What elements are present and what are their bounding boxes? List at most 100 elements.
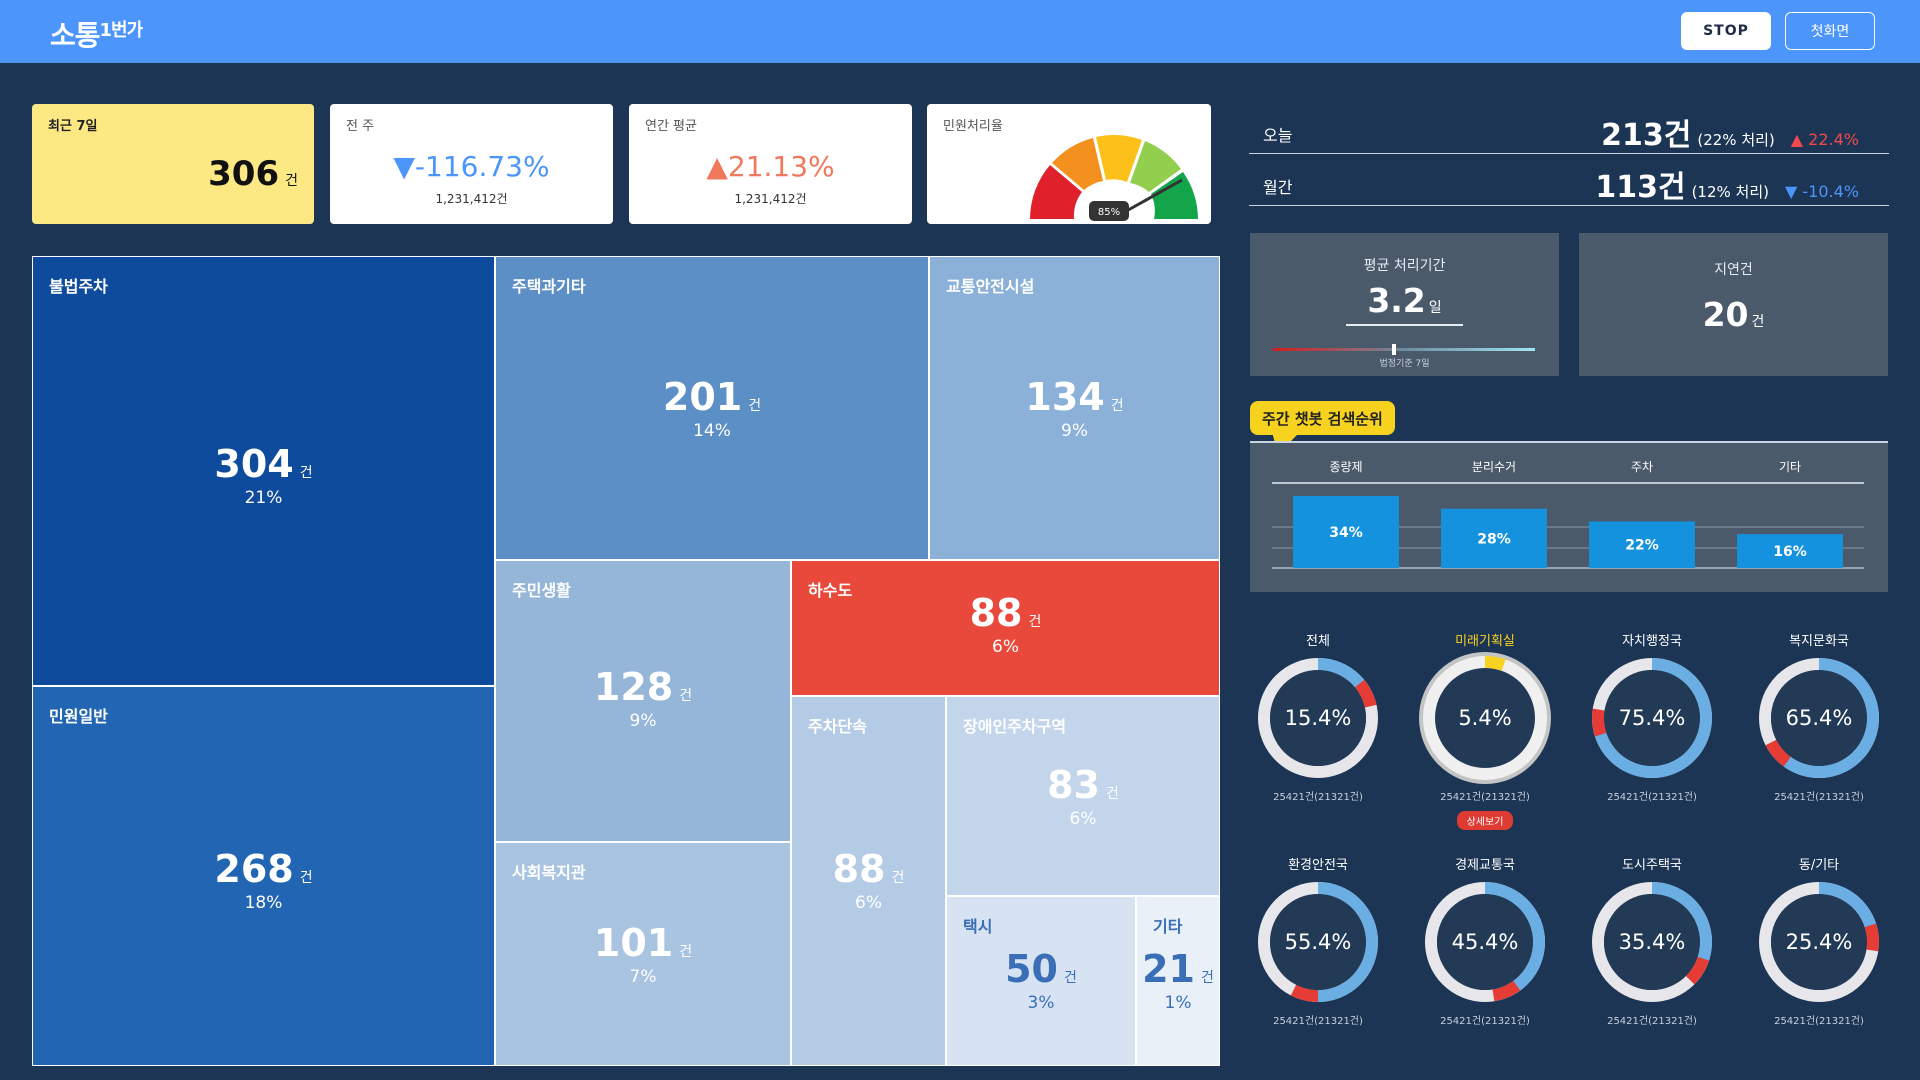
stop-button[interactable]: STOP [1681, 12, 1771, 50]
department-donut[interactable]: 미래기획실 5.4% 25421건(21321건) 상세보기 [1410, 630, 1560, 830]
monthly-sub: (12% 처리) [1691, 183, 1769, 201]
kpi-prev-week-sub: 1,231,412건 [435, 192, 508, 206]
kpi-prev-week-card: 전 주 ▼-116.73% 1,231,412건 [330, 104, 613, 224]
donut-chart: 45.4% [1425, 882, 1545, 1002]
donut-percent: 15.4% [1285, 706, 1352, 730]
treemap-cell-unit: 건 [299, 465, 313, 481]
detail-view-button[interactable]: 상세보기 [1456, 811, 1514, 830]
treemap-cell[interactable]: 장애인주차구역 83 건 6% [946, 696, 1220, 896]
kpi-annual-sub: 1,231,412건 [734, 192, 807, 206]
treemap-cell[interactable]: 교통안전시설 134 건 9% [929, 256, 1220, 560]
chatbot-category-label: 분리수거 [1472, 460, 1516, 474]
treemap-cell[interactable]: 주차단속 88 건 6% [791, 696, 946, 1066]
donut-chart: 25.4% [1759, 882, 1879, 1002]
gauge-value-label: 85% [1098, 207, 1120, 218]
treemap-cell[interactable]: 민원일반 268 건 18% [32, 686, 495, 1066]
logo[interactable]: 소통1번가 [50, 14, 144, 54]
treemap-cell[interactable]: 택시 50 건 3% [946, 896, 1136, 1066]
chatbot-bar-label: 28% [1477, 531, 1511, 547]
treemap-cell-unit: 건 [1106, 786, 1119, 802]
treemap-cell-number: 88 [832, 847, 886, 891]
treemap-cell-pct: 6% [992, 637, 1019, 657]
chatbot-category-label: 기타 [1779, 460, 1801, 474]
treemap-cell-value: 88 건 6% [792, 847, 945, 913]
department-donut[interactable]: 자치행정국 75.4% 25421건(21321건) [1577, 630, 1727, 803]
kpi-recent-number: 306 [208, 154, 280, 194]
department-count: 25421건(21321건) [1774, 792, 1864, 803]
kpi-rate-label: 민원처리율 [943, 119, 1003, 134]
department-count: 25421건(21321건) [1273, 1016, 1363, 1027]
department-name: 동/기타 [1798, 858, 1840, 873]
department-count: 25421건(21321건) [1607, 1016, 1697, 1027]
department-donut[interactable]: 전체 15.4% 25421건(21321건) [1243, 630, 1393, 803]
department-donut[interactable]: 경제교통국 45.4% 25421건(21321건) [1410, 854, 1560, 1027]
donut-chart: 35.4% [1592, 882, 1712, 1002]
treemap-cell-name: 장애인주차구역 [963, 717, 1067, 736]
kpi-prev-week-value: ▼-116.73% [393, 150, 550, 183]
kpi-recent-value: 306 건 [208, 154, 298, 194]
treemap-cell-value: 128 건 9% [496, 665, 790, 731]
avg-period-progress-marker [1391, 344, 1396, 355]
donut-percent: 75.4% [1619, 706, 1686, 730]
department-name: 경제교통국 [1455, 858, 1515, 873]
delayed-title: 지연건 [1714, 262, 1753, 278]
treemap-cell-value: 268 건 18% [33, 847, 494, 913]
treemap-cell[interactable]: 주택과기타 201 건 14% [495, 256, 929, 560]
department-donut[interactable]: 동/기타 25.4% 25421건(21321건) [1744, 854, 1894, 1027]
kpi-prev-week-label: 전 주 [346, 119, 375, 134]
avg-period-value-group: 3.2 일 [1250, 281, 1559, 320]
treemap-cell-number: 128 [593, 665, 674, 709]
department-count: 25421건(21321건) [1607, 792, 1697, 803]
kpi-recent-card: 최근 7일 306 건 [32, 104, 314, 224]
department-name: 전체 [1306, 634, 1330, 649]
today-change: ▲ 22.4% [1790, 130, 1859, 149]
treemap-cell[interactable]: 사회복지관 101 건 7% [495, 842, 791, 1066]
treemap-cell-value: 21 건 1% [1137, 947, 1219, 1013]
donut-chart: 15.4% [1258, 658, 1378, 778]
logo-main: 소통 [50, 19, 101, 52]
treemap-cell[interactable]: 불법주차 304 건 21% [32, 256, 495, 686]
department-name: 도시주택국 [1622, 858, 1682, 873]
department-donut[interactable]: 복지문화국 65.4% 25421건(21321건) [1744, 630, 1894, 803]
treemap-cell-value: 83 건 6% [947, 763, 1219, 829]
donut-percent: 45.4% [1452, 930, 1519, 954]
kpi-rate-card: 민원처리율 85% [927, 104, 1211, 224]
treemap-cell-unit: 건 [891, 870, 905, 886]
treemap-cell-name: 주차단속 [808, 717, 867, 736]
department-donut[interactable]: 도시주택국 35.4% 25421건(21321건) [1577, 854, 1727, 1027]
chatbot-bar-label: 16% [1773, 544, 1807, 560]
delayed-value: 20 [1702, 295, 1749, 334]
kpi-annual-label: 연간 평균 [645, 119, 697, 134]
treemap-cell[interactable]: 주민생활 128 건 9% [495, 560, 791, 842]
today-value-group: 213건 (22% 처리) ▲ 22.4% [1601, 110, 1859, 154]
avg-period-caption: 법정기준 7일 [1379, 359, 1430, 369]
department-count: 25421건(21321건) [1440, 792, 1530, 803]
logo-sub: 1번가 [99, 20, 144, 41]
home-button[interactable]: 첫화면 [1785, 12, 1875, 50]
delayed-panel: 지연건 20 건 [1579, 233, 1888, 376]
chatbot-ranking-tag: 주간 챗봇 검색순위 [1250, 401, 1395, 435]
donut-arc-marker [1864, 923, 1879, 952]
department-count: 25421건(21321건) [1273, 792, 1363, 803]
treemap: 불법주차 304 건 21% 민원일반 268 건 18% 주택과기타 201 건 1… [32, 256, 1220, 1066]
kpi-recent-unit: 건 [285, 173, 298, 189]
gauge-chart: 85% [1030, 135, 1198, 221]
chatbot-category-label: 주차 [1631, 460, 1653, 474]
treemap-cell-value: 304 건 21% [33, 442, 494, 508]
department-name: 미래기획실 [1455, 634, 1515, 649]
monthly-change: ▼ -10.4% [1785, 182, 1859, 201]
treemap-cell[interactable]: 기타 21 건 1% [1136, 896, 1220, 1066]
today-value: 213건 [1601, 118, 1692, 153]
treemap-cell-value: 88 건 6% [792, 591, 1219, 657]
donut-percent: 65.4% [1786, 706, 1853, 730]
treemap-cell-number: 88 [969, 591, 1023, 635]
chatbot-bar-chart: 종량제 34% 분리수거 28% 주차 22% 기타 16% [1272, 460, 1864, 569]
monthly-value: 113건 [1595, 170, 1686, 205]
treemap-cell[interactable]: 하수도 88 건 6% [791, 560, 1220, 696]
treemap-cell-unit: 건 [1028, 614, 1042, 630]
department-donut[interactable]: 환경안전국 55.4% 25421건(21321건) [1243, 854, 1393, 1027]
monthly-label: 월간 [1263, 178, 1293, 197]
treemap-cell-name: 택시 [963, 917, 993, 936]
donut-arc-marker [1592, 708, 1607, 737]
chatbot-bar-label: 22% [1625, 538, 1659, 554]
